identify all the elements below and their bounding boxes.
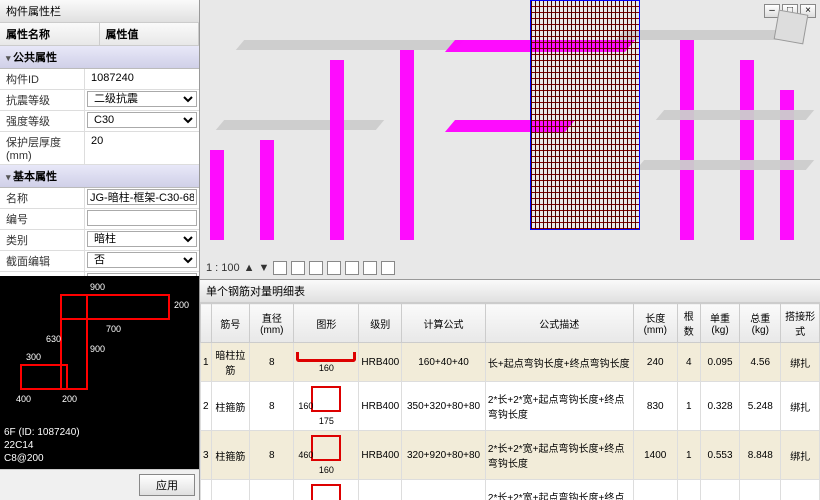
props-scroll[interactable]: 公共属性 构件ID1087240抗震等级二级抗震强度等级C30保护层厚度(mm)… xyxy=(0,46,199,276)
scale-down-icon[interactable]: ▼ xyxy=(259,262,270,274)
col-header[interactable]: 搭接形式 xyxy=(781,304,820,343)
right-panel: – □ × 1 : 100 ▲ ▼ 单个钢筋对量明细表 筋号直径(mm)图形级别… xyxy=(200,0,820,500)
col-header[interactable]: 长度(mm) xyxy=(633,304,677,343)
col-header[interactable]: 计算公式 xyxy=(402,304,486,343)
prop-key: 构件ID xyxy=(0,69,85,89)
prop-value[interactable]: 二级抗震 xyxy=(87,91,197,107)
tool-icon[interactable] xyxy=(309,261,323,275)
table-scroll[interactable]: 筋号直径(mm)图形级别计算公式公式描述长度(mm)根数单重(kg)总重(kg)… xyxy=(200,303,820,500)
section-public[interactable]: 公共属性 xyxy=(0,46,199,69)
col-header[interactable]: 单重(kg) xyxy=(700,304,740,343)
scale-up-icon[interactable]: ▲ xyxy=(244,262,255,274)
prop-value: 1087240 xyxy=(87,70,197,86)
table-row[interactable]: 4柱箍筋8160760HRB4001520+320+80+802*长+2*宽+起… xyxy=(201,480,820,500)
prop-row: 构件ID1087240 xyxy=(0,69,199,90)
table-row[interactable]: 2柱箍筋8160175HRB400350+320+80+802*长+2*宽+起点… xyxy=(201,382,820,431)
col-header[interactable]: 直径(mm) xyxy=(250,304,294,343)
prop-row: 抗震等级二级抗震 xyxy=(0,90,199,111)
shape-cell: 160760 xyxy=(294,480,359,500)
shape-cell: 160175 xyxy=(294,382,359,431)
tool-icon[interactable] xyxy=(291,261,305,275)
nav-cube[interactable] xyxy=(774,10,809,45)
rebar-table: 筋号直径(mm)图形级别计算公式公式描述长度(mm)根数单重(kg)总重(kg)… xyxy=(200,303,820,500)
prop-value[interactable]: C30 xyxy=(87,112,197,128)
table-row[interactable]: 3柱箍筋8460160HRB400320+920+80+802*长+2*宽+起点… xyxy=(201,431,820,480)
section-basic[interactable]: 基本属性 xyxy=(0,165,199,188)
prop-key: 抗震等级 xyxy=(0,90,85,110)
prop-key: 名称 xyxy=(0,188,85,208)
shape-cell: 460160 xyxy=(294,431,359,480)
prop-key: 强度等级 xyxy=(0,111,85,131)
viewport-status: 1 : 100 ▲ ▼ xyxy=(206,261,395,275)
col-header[interactable]: 筋号 xyxy=(211,304,250,343)
section-preview[interactable]: 900 200 700 900 630 300 400 200 6F (ID: … xyxy=(0,276,199,469)
panel-title: 构件属性栏 xyxy=(0,0,199,23)
table-row[interactable]: 1暗柱拉筋8160HRB400160+40+40长+起点弯钩长度+终点弯钩长度2… xyxy=(201,343,820,382)
preview-info: 6F (ID: 1087240) 22C14 C8@200 xyxy=(4,426,80,465)
scale-label: 1 : 100 xyxy=(206,262,240,274)
col-header[interactable]: 公式描述 xyxy=(485,304,633,343)
col-value: 属性值 xyxy=(100,23,200,45)
prop-row: 强度等级C30 xyxy=(0,111,199,132)
prop-row: 保护层厚度(mm)20 xyxy=(0,132,199,165)
prop-row: 编号 xyxy=(0,209,199,230)
prop-key: 类别 xyxy=(0,230,85,250)
viewport-3d[interactable]: – □ × 1 : 100 ▲ ▼ xyxy=(200,0,820,280)
col-header[interactable]: 总重(kg) xyxy=(740,304,781,343)
selected-column[interactable] xyxy=(530,0,640,230)
prop-row: 名称 xyxy=(0,188,199,209)
tool-icon[interactable] xyxy=(327,261,341,275)
col-header[interactable]: 图形 xyxy=(294,304,359,343)
shape-cell: 160 xyxy=(294,343,359,382)
col-header[interactable]: 根数 xyxy=(677,304,700,343)
prop-value[interactable]: 暗柱 xyxy=(87,231,197,247)
prop-key: 保护层厚度(mm) xyxy=(0,132,85,164)
prop-value[interactable]: 否 xyxy=(87,252,197,268)
table-title: 单个钢筋对量明细表 xyxy=(200,280,820,303)
col-header[interactable] xyxy=(201,304,212,343)
col-name: 属性名称 xyxy=(0,23,100,45)
property-panel: 构件属性栏 属性名称 属性值 公共属性 构件ID1087240抗震等级二级抗震强… xyxy=(0,0,200,500)
prop-key: 编号 xyxy=(0,209,85,229)
tool-icon[interactable] xyxy=(273,261,287,275)
tool-icon[interactable] xyxy=(381,261,395,275)
prop-key: 截面编辑 xyxy=(0,251,85,271)
prop-value[interactable] xyxy=(87,189,197,205)
prop-header: 属性名称 属性值 xyxy=(0,23,199,46)
rebar-table-area: 单个钢筋对量明细表 筋号直径(mm)图形级别计算公式公式描述长度(mm)根数单重… xyxy=(200,280,820,500)
prop-value[interactable] xyxy=(87,210,197,226)
col-header[interactable]: 级别 xyxy=(359,304,402,343)
prop-value: 20 xyxy=(87,133,197,149)
apply-bar: 应用 xyxy=(0,469,199,500)
prop-row: 截面编辑否 xyxy=(0,251,199,272)
prop-row: 类别暗柱 xyxy=(0,230,199,251)
tool-icon[interactable] xyxy=(345,261,359,275)
apply-button[interactable]: 应用 xyxy=(139,474,195,496)
tool-icon[interactable] xyxy=(363,261,377,275)
